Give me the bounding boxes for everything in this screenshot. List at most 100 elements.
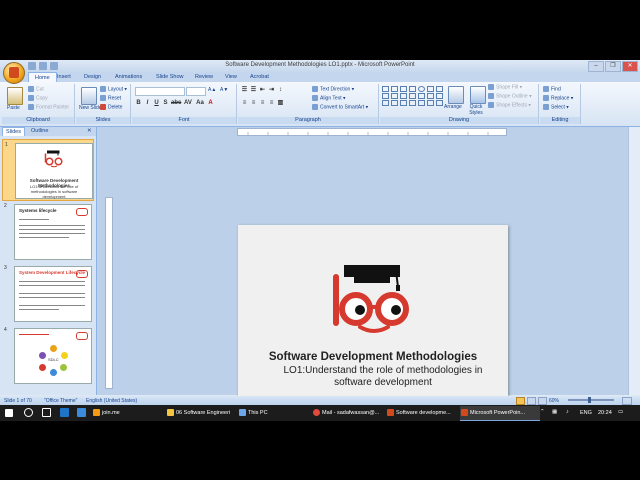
slide-subtitle[interactable]: LO1:Understand the role of methodologies…: [278, 365, 488, 389]
delete-button[interactable]: Delete: [100, 104, 122, 110]
notifications-icon[interactable]: ▭: [618, 409, 623, 415]
convert-smartart-button[interactable]: Convert to SmartArt ▾: [312, 104, 368, 110]
character-spacing-button[interactable]: AV: [183, 100, 193, 107]
slide-thumbnail-4[interactable]: 4 SDLC: [2, 325, 92, 385]
new-slide-icon[interactable]: [81, 87, 97, 105]
thumbnail-preview: SDLC: [14, 328, 92, 384]
edge-icon[interactable]: [60, 408, 69, 417]
paragraph-group: ☰ ☰ ⇤ ⇥ ↕ ≡ ≡ ≡ ≡ ▥ Text Direction ▾ Ali…: [238, 84, 379, 124]
reset-icon: [100, 95, 106, 101]
input-language[interactable]: ENG: [580, 410, 592, 416]
align-right-icon[interactable]: ≡: [259, 100, 266, 107]
clock[interactable]: 20:24: [598, 410, 612, 416]
zoom-slider-handle[interactable]: [588, 397, 591, 403]
taskbar-item-this-pc[interactable]: This PC: [238, 406, 314, 420]
current-slide[interactable]: Software Development Methodologies LO1:U…: [238, 225, 508, 421]
shapes-gallery[interactable]: [382, 86, 444, 106]
shrink-font-icon[interactable]: A▼: [220, 87, 228, 93]
editing-label: Editing: [540, 117, 580, 124]
office-button[interactable]: [3, 62, 25, 84]
tab-slides[interactable]: Slides: [2, 127, 25, 136]
tab-design[interactable]: Design: [84, 74, 101, 80]
taskbar-item-pptx[interactable]: Software developme...: [386, 406, 466, 420]
tab-animations[interactable]: Animations: [115, 74, 142, 80]
increase-indent-icon[interactable]: ⇥: [268, 87, 275, 94]
taskbar-item-joinme[interactable]: join.me: [92, 406, 170, 420]
reset-button[interactable]: Reset: [100, 95, 121, 101]
decrease-indent-icon[interactable]: ⇤: [259, 87, 266, 94]
justify-icon[interactable]: ≡: [268, 100, 275, 107]
close-button[interactable]: ✕: [622, 61, 638, 72]
zoom-level[interactable]: 60%: [549, 398, 559, 404]
quick-styles-button[interactable]: Quick Styles: [466, 104, 486, 116]
font-size-box[interactable]: [186, 87, 206, 96]
tab-acrobat[interactable]: Acrobat: [250, 74, 269, 80]
copy-button[interactable]: Copy: [28, 95, 48, 101]
shape-fill-button[interactable]: Shape Fill ▾: [488, 84, 522, 90]
paste-icon[interactable]: [7, 87, 23, 105]
slideshow-view-icon[interactable]: [538, 397, 547, 405]
align-left-icon[interactable]: ≡: [241, 100, 248, 107]
grow-font-icon[interactable]: A▲: [208, 87, 216, 93]
underline-button[interactable]: U: [153, 100, 160, 107]
windows-start-icon[interactable]: [5, 409, 13, 417]
normal-view-icon[interactable]: [516, 397, 525, 405]
align-buttons: ≡ ≡ ≡ ≡ ▥: [241, 100, 284, 107]
volume-icon[interactable]: ♪: [566, 409, 569, 415]
cut-button[interactable]: Cut: [28, 86, 44, 92]
quick-styles-icon[interactable]: [470, 86, 486, 104]
select-button[interactable]: Select ▾: [543, 104, 569, 110]
replace-button[interactable]: Replace ▾: [543, 95, 573, 101]
slide-thumbnail-2[interactable]: 2 Systems lifecycle: [2, 201, 92, 261]
tray-chevron-icon[interactable]: ⌃: [540, 409, 545, 415]
fit-to-window-icon[interactable]: [622, 397, 632, 405]
strikethrough-button[interactable]: abc: [171, 100, 181, 107]
columns-icon[interactable]: ▥: [277, 100, 284, 107]
layout-button[interactable]: Layout ▾: [100, 86, 127, 92]
paste-button[interactable]: Paste: [7, 105, 20, 111]
vertical-scrollbar[interactable]: [628, 127, 640, 395]
italic-button[interactable]: I: [144, 100, 151, 107]
shape-outline-button[interactable]: Shape Outline ▾: [488, 93, 532, 99]
taskbar-item-powerpoint[interactable]: Microsoft PowerPoin...: [460, 406, 540, 421]
ie-icon[interactable]: [77, 408, 86, 417]
slide-thumbnail-1[interactable]: 1 Software Development Methodologies LO1…: [2, 139, 94, 201]
find-button[interactable]: Find: [543, 86, 561, 92]
task-view-icon[interactable]: [42, 408, 51, 417]
minimize-button[interactable]: –: [588, 61, 604, 72]
binoculars-icon: [543, 86, 549, 92]
slide-title[interactable]: Software Development Methodologies: [238, 351, 508, 363]
network-icon[interactable]: ▦: [552, 409, 557, 415]
change-case-button[interactable]: Aa: [195, 100, 205, 107]
tab-insert[interactable]: Insert: [57, 74, 71, 80]
arrange-icon[interactable]: [448, 86, 464, 104]
bullets-icon[interactable]: ☰: [241, 87, 248, 94]
font-color-button[interactable]: A: [207, 100, 214, 107]
taskbar-item-mail[interactable]: Mail - sadafwassan@...: [312, 406, 392, 420]
language[interactable]: English (United States): [86, 398, 137, 404]
slide-sorter-icon[interactable]: [527, 397, 536, 405]
tab-outline[interactable]: Outline: [28, 128, 51, 134]
tab-slide-show[interactable]: Slide Show: [156, 74, 184, 80]
zoom-slider[interactable]: [568, 399, 614, 401]
maximize-button[interactable]: ❐: [605, 61, 621, 72]
tab-view[interactable]: View: [225, 74, 237, 80]
cortana-icon[interactable]: [24, 408, 33, 417]
format-painter-button[interactable]: Format Painter: [28, 104, 69, 110]
line-spacing-icon[interactable]: ↕: [277, 87, 284, 94]
slide-thumbnail-3[interactable]: 3 System Development Lifecycle: [2, 263, 92, 323]
bold-button[interactable]: B: [135, 100, 142, 107]
tab-review[interactable]: Review: [195, 74, 213, 80]
close-panel-icon[interactable]: ✕: [84, 128, 95, 134]
align-center-icon[interactable]: ≡: [250, 100, 257, 107]
shadow-button[interactable]: S: [162, 100, 169, 107]
numbering-icon[interactable]: ☰: [250, 87, 257, 94]
align-text-button[interactable]: Align Text ▾: [312, 95, 346, 101]
arrange-button[interactable]: Arrange: [444, 104, 462, 110]
text-direction-button[interactable]: Text Direction ▾: [312, 86, 354, 92]
pen-icon: [488, 93, 494, 99]
slide-count: Slide 1 of 70: [4, 398, 32, 404]
font-name-box[interactable]: [135, 87, 185, 96]
shape-effects-button[interactable]: Shape Effects ▾: [488, 102, 531, 108]
taskbar-item-folder[interactable]: 06 Software Engineeri: [166, 406, 242, 420]
